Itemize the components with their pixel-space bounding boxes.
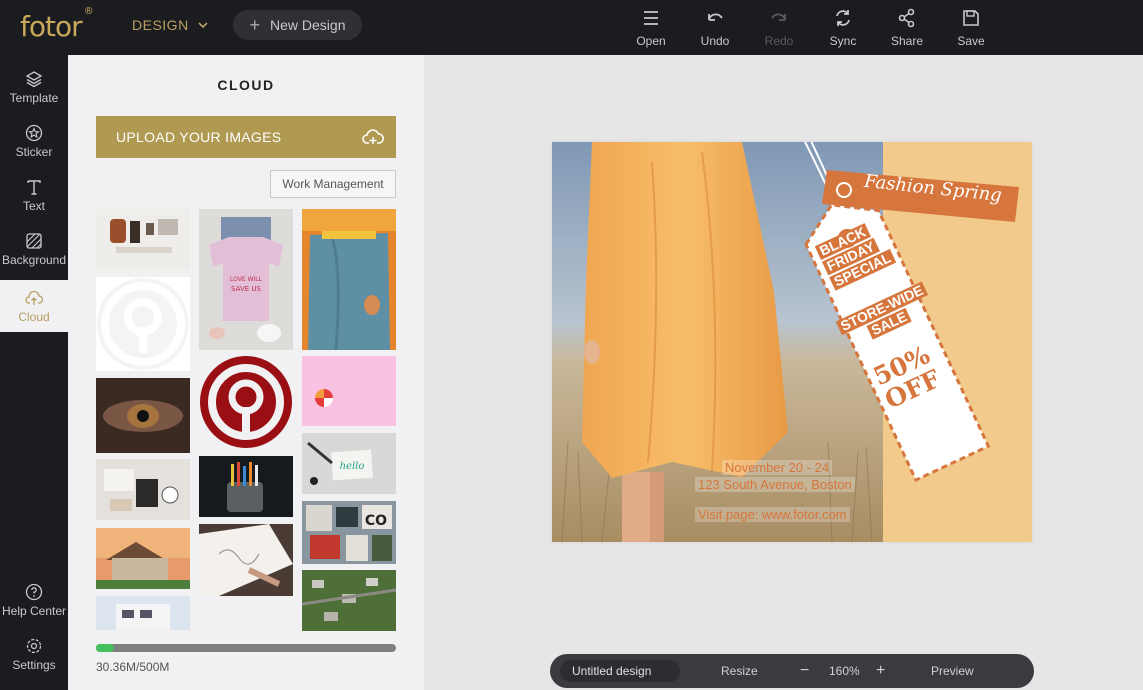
storage-progress-fill <box>96 644 115 652</box>
work-management-label: Work Management <box>282 177 384 191</box>
svg-text:SAVE US: SAVE US <box>231 285 261 293</box>
panel-title: CLOUD <box>217 77 275 93</box>
nav-cloud[interactable]: Cloud <box>0 280 68 332</box>
share-label: Share <box>890 34 924 48</box>
undo-button[interactable]: Undo <box>683 8 747 48</box>
nav-template-label: Template <box>9 90 59 105</box>
plus-icon: + <box>249 15 261 35</box>
sync-icon <box>836 10 850 26</box>
share-icon <box>898 8 915 28</box>
image-thumbnail[interactable]: hello <box>302 433 396 494</box>
image-thumbnail[interactable] <box>302 209 396 350</box>
text-icon <box>27 179 41 195</box>
preview-label: Preview <box>931 664 974 678</box>
minus-icon: − <box>800 662 810 679</box>
nav-settings-label: Settings <box>12 657 56 672</box>
layers-icon <box>25 70 43 87</box>
image-thumbnail[interactable]: LOVE WILL SAVE US <box>199 209 293 350</box>
help-icon <box>25 583 43 600</box>
undo-label: Undo <box>700 34 730 48</box>
nav-text[interactable]: Text <box>0 169 68 221</box>
settings-icon <box>26 638 42 653</box>
image-thumbnail[interactable] <box>96 596 190 630</box>
event-address-text[interactable]: 123 South Avenue, Boston <box>695 477 855 492</box>
sticker-icon <box>25 124 43 141</box>
resize-label: Resize <box>721 664 758 678</box>
storage-usage-text: 30.36M/500M <box>96 660 170 674</box>
toolbar: Open Undo Redo Sync Share Save <box>619 8 1003 48</box>
save-icon <box>963 10 979 26</box>
upload-images-label: UPLOAD YOUR IMAGES <box>116 129 282 145</box>
design-canvas-area: Fashion Spring BLACK FRIDAY SPECIAL STOR… <box>424 55 1143 690</box>
storage-progress-bar <box>96 644 396 652</box>
undo-icon <box>708 13 723 21</box>
fotor-logo[interactable]: fotor ® <box>20 6 94 43</box>
nav-settings[interactable]: Settings <box>0 628 68 680</box>
nav-template[interactable]: Template <box>0 61 68 113</box>
cloud-panel: CLOUD UPLOAD YOUR IMAGES Work Management… <box>68 55 424 690</box>
nav-sticker[interactable]: Sticker <box>0 115 68 167</box>
zoom-in-button[interactable]: + <box>876 654 885 688</box>
zoom-level-label: 160% <box>829 664 860 678</box>
design-menu-label: DESIGN <box>132 17 189 33</box>
cloud-upload-icon <box>25 290 43 305</box>
document-name-field[interactable]: Untitled design <box>560 660 680 682</box>
nav-background-label: Background <box>1 252 67 267</box>
open-button[interactable]: Open <box>619 8 683 48</box>
zoom-level: 160% <box>829 654 860 688</box>
new-design-label: New Design <box>270 17 346 33</box>
resize-button[interactable]: Resize <box>721 654 758 688</box>
menu-icon <box>644 11 658 25</box>
nav-cloud-label: Cloud <box>18 309 50 324</box>
event-date-text[interactable]: November 20 - 24 <box>722 460 833 475</box>
save-button[interactable]: Save <box>939 8 1003 48</box>
image-thumbnail[interactable] <box>96 528 190 589</box>
chevron-down-icon <box>198 22 208 29</box>
image-thumbnail[interactable] <box>199 524 293 596</box>
preview-button[interactable]: Preview <box>931 654 974 688</box>
svg-text:LOVE WILL: LOVE WILL <box>230 276 263 283</box>
image-thumbnail[interactable] <box>96 209 190 270</box>
nav-text-label: Text <box>22 198 45 213</box>
design-canvas[interactable]: Fashion Spring BLACK FRIDAY SPECIAL STOR… <box>552 142 1032 542</box>
nav-sticker-label: Sticker <box>15 144 53 159</box>
sync-label: Sync <box>829 34 857 48</box>
cloud-plus-icon <box>362 129 384 144</box>
image-thumbnail[interactable] <box>302 356 396 426</box>
event-visit-text[interactable]: Visit page: www.fotor.com <box>695 507 850 522</box>
image-thumbnail[interactable] <box>199 456 293 517</box>
background-icon <box>26 232 42 249</box>
image-thumbnail[interactable]: CO <box>302 501 396 564</box>
zoom-out-button[interactable]: − <box>800 654 809 688</box>
new-design-button[interactable]: + New Design <box>233 10 362 40</box>
image-thumbnail[interactable] <box>96 459 190 520</box>
nav-help-center[interactable]: Help Center <box>0 574 68 626</box>
share-button[interactable]: Share <box>875 8 939 48</box>
image-thumbnail[interactable] <box>96 277 190 371</box>
work-management-button[interactable]: Work Management <box>270 170 396 198</box>
design-menu[interactable]: DESIGN <box>132 17 209 33</box>
sync-button[interactable]: Sync <box>811 8 875 48</box>
redo-button[interactable]: Redo <box>747 8 811 48</box>
redo-icon <box>771 13 786 21</box>
plus-icon: + <box>876 662 886 679</box>
left-nav: Template Sticker Text Background Cloud H… <box>0 55 68 690</box>
save-label: Save <box>957 34 985 48</box>
nav-background[interactable]: Background <box>0 223 68 275</box>
canvas-bottom-bar: Untitled design Resize − 160% + Preview <box>550 654 1034 688</box>
nav-help-label: Help Center <box>1 603 67 618</box>
image-thumbnail[interactable] <box>96 378 190 453</box>
image-thumbnail[interactable] <box>302 570 396 631</box>
svg-text:hello: hello <box>340 461 365 472</box>
open-label: Open <box>636 34 666 48</box>
upload-images-button[interactable]: UPLOAD YOUR IMAGES <box>96 116 396 158</box>
svg-text:CO: CO <box>365 513 387 529</box>
redo-label: Redo <box>764 34 794 48</box>
top-bar: fotor ® DESIGN + New Design Open Undo Red… <box>0 0 1143 55</box>
image-thumbnail[interactable] <box>199 355 293 449</box>
